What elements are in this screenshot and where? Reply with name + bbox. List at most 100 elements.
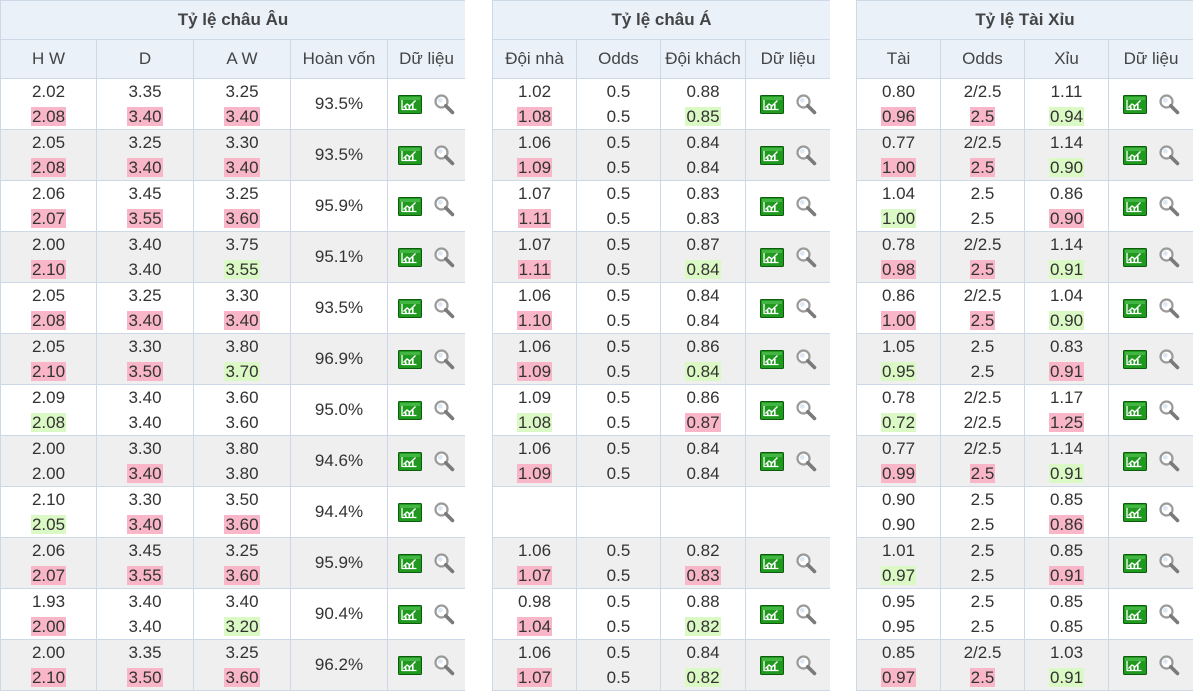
odds-value: 2.5 bbox=[969, 668, 996, 687]
magnifier-icon[interactable] bbox=[433, 654, 455, 676]
line-chart-icon[interactable] bbox=[398, 247, 423, 267]
magnifier-icon[interactable] bbox=[1158, 501, 1180, 523]
magnifier-icon[interactable] bbox=[1158, 654, 1180, 676]
magnifier-icon[interactable] bbox=[795, 450, 817, 472]
magnifier-icon[interactable] bbox=[433, 399, 455, 421]
line-chart-icon[interactable] bbox=[1122, 604, 1147, 624]
current-odds: 2.10 bbox=[1, 257, 96, 282]
magnifier-icon[interactable] bbox=[1158, 93, 1180, 115]
magnifier-icon[interactable] bbox=[433, 603, 455, 625]
magnifier-icon[interactable] bbox=[795, 399, 817, 421]
opening-odds: 0.78 bbox=[857, 385, 940, 410]
line-chart-icon[interactable] bbox=[1122, 298, 1147, 318]
line-chart-icon[interactable] bbox=[759, 400, 784, 420]
line-chart-icon[interactable] bbox=[759, 247, 784, 267]
line-chart-icon[interactable] bbox=[398, 400, 423, 420]
magnifier-icon[interactable] bbox=[795, 195, 817, 217]
data-tools bbox=[386, 384, 465, 436]
magnifier-icon[interactable] bbox=[1158, 552, 1180, 574]
magnifier-icon[interactable] bbox=[1158, 195, 1180, 217]
line-chart-icon[interactable] bbox=[1122, 400, 1147, 420]
magnifier-icon[interactable] bbox=[433, 450, 455, 472]
magnifier-icon[interactable] bbox=[795, 246, 817, 268]
line-chart-icon[interactable] bbox=[759, 451, 784, 471]
line-chart-icon[interactable] bbox=[759, 349, 784, 369]
odds-value: 3.60 bbox=[225, 413, 259, 432]
magnifier-icon[interactable] bbox=[795, 93, 817, 115]
line-chart-icon[interactable] bbox=[398, 502, 423, 522]
current-odds: 0.84 bbox=[661, 155, 745, 180]
odds-value: 2/2.5 bbox=[963, 82, 1002, 101]
current-odds: 2.5 bbox=[941, 308, 1024, 333]
line-chart-icon[interactable] bbox=[1122, 451, 1147, 471]
line-chart-icon[interactable] bbox=[759, 196, 784, 216]
line-chart-icon[interactable] bbox=[398, 196, 423, 216]
magnifier-icon[interactable] bbox=[795, 348, 817, 370]
magnifier-icon[interactable] bbox=[433, 195, 455, 217]
magnifier-icon[interactable] bbox=[1158, 297, 1180, 319]
line-chart-icon[interactable] bbox=[398, 655, 423, 675]
magnifier-icon[interactable] bbox=[433, 144, 455, 166]
odds-value: 0.91 bbox=[1048, 566, 1085, 585]
magnifier-icon[interactable] bbox=[433, 348, 455, 370]
current-odds: 1.11 bbox=[493, 257, 576, 282]
line-chart-icon[interactable] bbox=[1122, 502, 1147, 522]
table-row: 0.77 0.99 2/2.5 2.5 1.14 0.91 bbox=[856, 435, 1193, 487]
line-chart-icon[interactable] bbox=[1122, 247, 1147, 267]
line-chart-icon[interactable] bbox=[398, 349, 423, 369]
line-chart-icon[interactable] bbox=[759, 298, 784, 318]
odds-value: 0.86 bbox=[1049, 184, 1084, 203]
magnifier-icon[interactable] bbox=[433, 297, 455, 319]
odds-value: 2.5 bbox=[970, 566, 995, 585]
line-chart-icon[interactable] bbox=[1122, 145, 1147, 165]
line-chart-icon[interactable] bbox=[759, 553, 784, 573]
line-chart-icon[interactable] bbox=[398, 298, 423, 318]
data-tools bbox=[1107, 639, 1193, 691]
line-chart-icon[interactable] bbox=[1122, 349, 1147, 369]
table-row: 2.00 2.10 3.40 3.40 3.75 3.55 95.1% bbox=[0, 231, 465, 283]
line-chart-icon[interactable] bbox=[398, 553, 423, 573]
odds-value: 3.25 bbox=[225, 541, 259, 560]
line-chart-icon[interactable] bbox=[398, 145, 423, 165]
magnifier-icon[interactable] bbox=[433, 552, 455, 574]
opening-odds: 0.78 bbox=[857, 232, 940, 257]
line-chart-icon[interactable] bbox=[398, 604, 423, 624]
asian-odds-panel: Tỷ lệ châu Á Đội nhà Odds Đội khách Dữ l… bbox=[492, 0, 830, 691]
table-row: 1.06 1.09 0.5 0.5 0.84 0.84 bbox=[492, 129, 830, 181]
magnifier-icon[interactable] bbox=[795, 297, 817, 319]
current-odds: 0.5 bbox=[577, 614, 660, 639]
line-chart-icon[interactable] bbox=[1122, 94, 1147, 114]
magnifier-icon[interactable] bbox=[795, 144, 817, 166]
opening-odds: 0.86 bbox=[661, 385, 745, 410]
magnifier-icon[interactable] bbox=[1158, 144, 1180, 166]
magnifier-icon[interactable] bbox=[795, 552, 817, 574]
line-chart-icon[interactable] bbox=[759, 94, 784, 114]
current-odds: 0.86 bbox=[1025, 512, 1108, 537]
magnifier-icon[interactable] bbox=[1158, 246, 1180, 268]
line-chart-icon[interactable] bbox=[1122, 553, 1147, 573]
magnifier-icon[interactable] bbox=[1158, 603, 1180, 625]
magnifier-icon[interactable] bbox=[1158, 399, 1180, 421]
line-chart-icon[interactable] bbox=[759, 145, 784, 165]
opening-odds: 3.40 bbox=[97, 385, 193, 410]
odds-value: 0.5 bbox=[606, 311, 631, 330]
line-chart-icon[interactable] bbox=[398, 94, 423, 114]
line-chart-icon[interactable] bbox=[759, 655, 784, 675]
magnifier-icon[interactable] bbox=[433, 246, 455, 268]
line-chart-icon[interactable] bbox=[398, 451, 423, 471]
magnifier-icon[interactable] bbox=[795, 654, 817, 676]
magnifier-icon[interactable] bbox=[795, 603, 817, 625]
magnifier-icon[interactable] bbox=[433, 501, 455, 523]
line-chart-icon[interactable] bbox=[1122, 655, 1147, 675]
odds-value: 3.80 bbox=[225, 464, 259, 483]
magnifier-icon[interactable] bbox=[433, 93, 455, 115]
home-team-odds: 1.06 1.09 bbox=[492, 333, 577, 385]
magnifier-icon[interactable] bbox=[1158, 450, 1180, 472]
current-odds: 0.5 bbox=[577, 155, 660, 180]
table-row: 1.06 1.10 0.5 0.5 0.84 0.84 bbox=[492, 282, 830, 334]
line-chart-icon[interactable] bbox=[1122, 196, 1147, 216]
magnifier-icon[interactable] bbox=[1158, 348, 1180, 370]
away-win-odds: 3.50 3.60 bbox=[193, 486, 291, 538]
home-team-odds: 1.02 1.08 bbox=[492, 78, 577, 130]
line-chart-icon[interactable] bbox=[759, 604, 784, 624]
